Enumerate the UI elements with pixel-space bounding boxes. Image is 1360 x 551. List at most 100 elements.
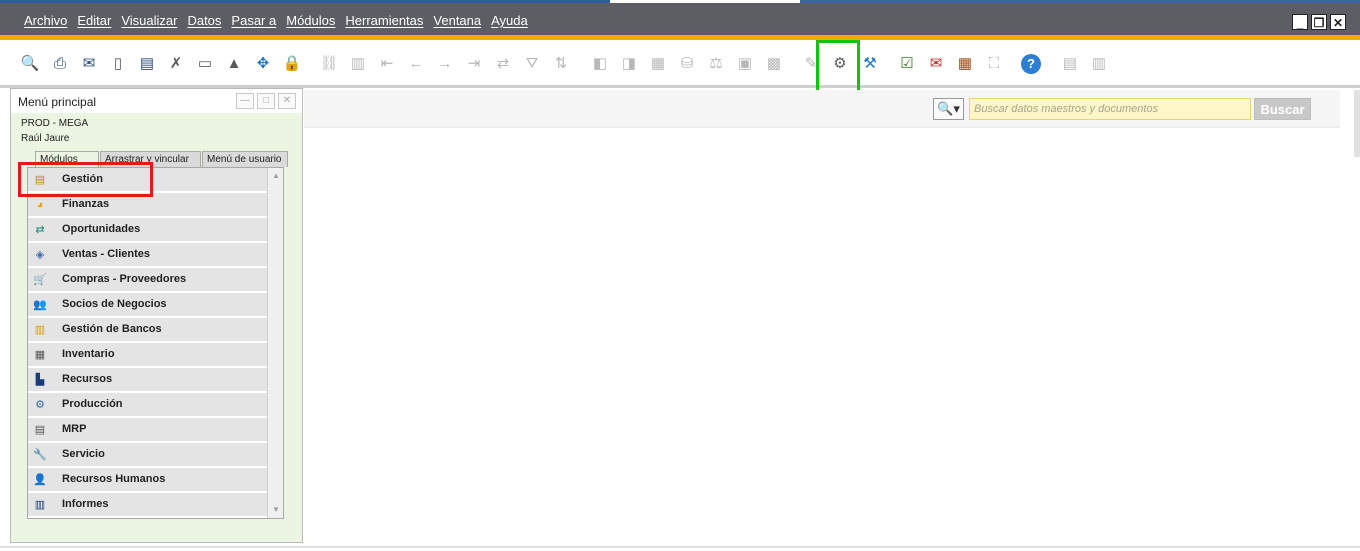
menu-items: Archivo Editar Visualizar Datos Pasar a … (24, 13, 538, 28)
purchasing-icon: 🛒 (33, 274, 47, 286)
menu-visualizar[interactable]: Visualizar (121, 13, 177, 28)
inventory-icon: ▦ (34, 349, 46, 361)
search-input[interactable] (969, 98, 1251, 120)
human-resources-icon: 👤 (33, 474, 47, 486)
highlight-box-green (816, 40, 860, 93)
module-label: Oportunidades (62, 223, 141, 235)
module-item-produccion[interactable]: ⚙ Producción (28, 393, 267, 417)
module-item-oportunidades[interactable]: ⇄ Oportunidades (28, 218, 267, 242)
find-icon[interactable]: ⛓ (319, 54, 339, 74)
query-icon[interactable]: ▤ (1060, 54, 1080, 74)
restore-icon[interactable]: ❐ (1311, 14, 1327, 30)
module-label: MRP (62, 423, 87, 435)
module-item-inventario[interactable]: ▦ Inventario (28, 343, 267, 367)
refresh-icon[interactable]: ⇄ (493, 54, 513, 74)
menu-ventana[interactable]: Ventana (433, 13, 481, 28)
add-icon[interactable]: ▥ (348, 54, 368, 74)
email-icon[interactable]: ✉ (79, 54, 99, 74)
minimize-icon[interactable]: _ (1292, 14, 1308, 30)
volume-weight-icon[interactable]: ⚖ (706, 54, 726, 74)
reports-icon: ▥ (34, 499, 46, 511)
sms-icon[interactable]: ▯ (108, 54, 128, 74)
module-label: Producción (62, 398, 123, 410)
menu-archivo[interactable]: Archivo (24, 13, 67, 28)
menu-ayuda[interactable]: Ayuda (491, 13, 528, 28)
messages-icon[interactable]: ✉ (926, 54, 946, 74)
search-icon[interactable]: 🔍▾ (933, 98, 964, 120)
payment-means-icon[interactable]: ⛁ (677, 54, 697, 74)
calendar-icon[interactable]: ☑ (897, 54, 917, 74)
module-item-ventas-clientes[interactable]: ◈ Ventas - Clientes (28, 243, 267, 267)
bottom-divider (0, 546, 1360, 548)
tab-menu-de-usuario[interactable]: Menú de usuario (202, 151, 288, 167)
filter-icon[interactable]: ⛛ (522, 54, 542, 74)
module-label: Ventas - Clientes (62, 248, 151, 260)
first-record-icon[interactable]: ⇤ (377, 54, 397, 74)
fax-icon[interactable]: ▤ (137, 54, 157, 74)
module-item-gestion-de-bancos[interactable]: ▥ Gestión de Bancos (28, 318, 267, 342)
sort-icon[interactable]: ⇅ (551, 54, 571, 74)
scroll-down-icon[interactable]: ▼ (270, 504, 282, 516)
main-menu-titlebar: Menú principal — □ ✕ (11, 89, 302, 113)
main-menu-controls: — □ ✕ (236, 93, 296, 109)
main-menu-panel: Menú principal — □ ✕ PROD - MEGA Raúl Ja… (10, 88, 303, 543)
help-icon[interactable]: ? (1021, 54, 1041, 74)
module-label: Recursos Humanos (62, 473, 166, 485)
scroll-up-icon[interactable]: ▲ (270, 170, 282, 182)
main-menu-title: Menú principal (18, 95, 97, 109)
module-list-scrollbar[interactable]: ▲ ▼ (267, 168, 283, 518)
module-item-compras-proveedores[interactable]: 🛒 Compras - Proveedores (28, 268, 267, 292)
base-document-icon[interactable]: ◧ (590, 54, 610, 74)
export-word-icon[interactable]: ▭ (195, 54, 215, 74)
organization-icon[interactable]: ⛶ (984, 54, 1004, 74)
module-item-recursos[interactable]: ▙ Recursos (28, 368, 267, 392)
module-label: Compras - Proveedores (62, 273, 187, 285)
minimize-icon[interactable]: — (236, 93, 254, 109)
next-record-icon[interactable]: → (435, 54, 455, 74)
highlight-box-red (18, 162, 153, 197)
menu-modulos[interactable]: Módulos (286, 13, 335, 28)
mrp-icon: ▤ (34, 424, 46, 436)
search-button[interactable]: Buscar (1254, 98, 1311, 120)
last-record-icon[interactable]: ⇥ (464, 54, 484, 74)
module-label: Gestión de Bancos (62, 323, 162, 335)
company-name: PROD - MEGA (21, 118, 89, 129)
gross-profit-icon[interactable]: ▣ (735, 54, 755, 74)
print-icon[interactable]: ⎙ (50, 54, 70, 74)
query-wizard-icon[interactable]: ▥ (1089, 54, 1109, 74)
financials-icon: ◕ (36, 199, 44, 211)
module-label: Inventario (62, 348, 115, 360)
close-icon[interactable]: ✕ (1330, 14, 1346, 30)
launch-app-icon[interactable]: ✥ (253, 54, 273, 74)
alerts-icon[interactable]: ▦ (955, 54, 975, 74)
target-document-icon[interactable]: ◨ (619, 54, 639, 74)
form-settings-icon[interactable]: ⚒ (860, 54, 880, 74)
menu-pasar-a[interactable]: Pasar a (231, 13, 276, 28)
drill-down-icon[interactable]: ▩ (764, 54, 784, 74)
export-pdf-icon[interactable]: ▲ (224, 54, 244, 74)
module-item-servicio[interactable]: 🔧 Servicio (28, 443, 267, 467)
menu-herramientas[interactable]: Herramientas (345, 13, 423, 28)
relationship-map-icon[interactable]: ▦ (648, 54, 668, 74)
module-item-mrp[interactable]: ▤ MRP (28, 418, 267, 442)
previous-record-icon[interactable]: ← (406, 54, 426, 74)
module-label: Socios de Negocios (62, 298, 167, 310)
module-label: Finanzas (62, 198, 110, 210)
maximize-icon[interactable]: □ (257, 93, 275, 109)
menu-editar[interactable]: Editar (77, 13, 111, 28)
module-label: Informes (62, 498, 109, 510)
close-icon[interactable]: ✕ (278, 93, 296, 109)
user-name: Raúl Jaure (21, 133, 70, 144)
export-excel-icon[interactable]: ✗ (166, 54, 186, 74)
opportunities-icon: ⇄ (35, 224, 45, 236)
module-list: ▤ Gestión ◕ Finanzas ⇄ Oportunidades ◈ V… (27, 167, 284, 519)
top-strip (0, 0, 1360, 3)
right-edge (1354, 90, 1360, 157)
service-icon: 🔧 (33, 449, 47, 461)
module-item-informes[interactable]: ▥ Informes (28, 493, 267, 517)
print-preview-icon[interactable]: 🔍 (20, 54, 40, 74)
module-item-recursos-humanos[interactable]: 👤 Recursos Humanos (28, 468, 267, 492)
menu-datos[interactable]: Datos (187, 13, 221, 28)
module-item-socios-de-negocios[interactable]: 👥 Socios de Negocios (28, 293, 267, 317)
lock-screen-icon[interactable]: 🔒 (282, 54, 302, 74)
